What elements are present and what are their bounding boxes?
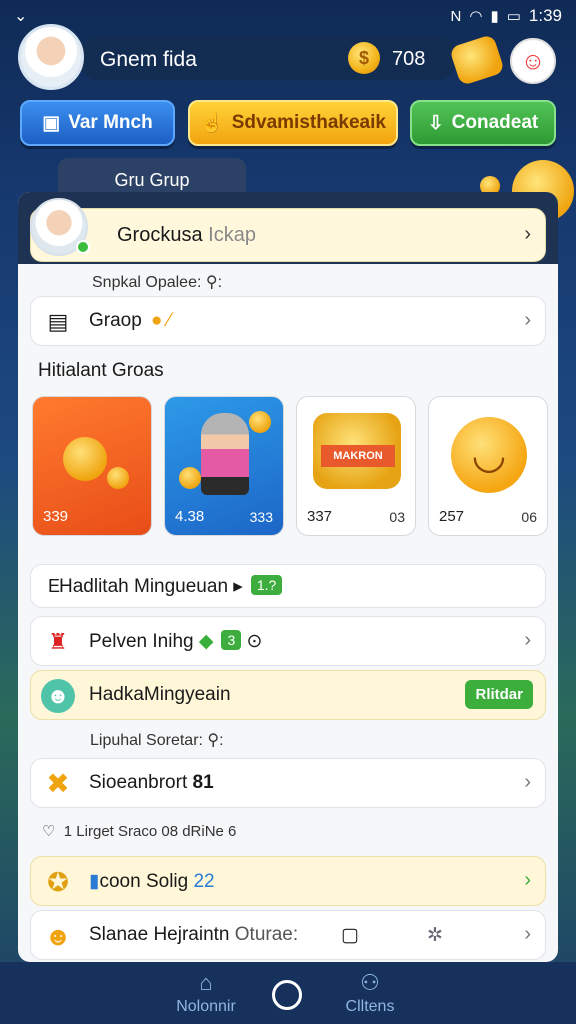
gold-shop-icon[interactable] <box>448 33 506 87</box>
chevron-right-icon: › <box>524 771 531 793</box>
list-item[interactable]: ☻ Slanae Hejraintn Oturae: ▢ ✲ › <box>30 910 546 960</box>
download-icon: ⇩ <box>427 112 444 134</box>
lock-icon: ▣ <box>42 112 61 134</box>
group-panel: Grockusa Ickap › Snpkal Opalee: ⚲: ▤ Gra… <box>18 192 558 962</box>
chevron-right-icon: › <box>524 223 531 245</box>
var-mnch-button[interactable]: ▣ Var Mnch <box>20 100 175 146</box>
medal-icon: ✪ <box>47 867 69 897</box>
coin-icon: ● ⁄ <box>151 310 171 331</box>
list-item-label: Sioeanbrort 81 <box>89 772 214 793</box>
action-button-row: ▣ Var Mnch ☝ Sdvamisthakeaik ⇩ Conadeat <box>18 100 558 146</box>
character-avatar <box>201 413 249 495</box>
folder-icon: ▤ <box>47 309 69 334</box>
group-card[interactable]: ◡ 257 06 <box>428 396 548 536</box>
section-label: Snpkal Opalee: ⚲: <box>92 274 223 291</box>
player-avatar[interactable] <box>18 24 84 90</box>
list-item-label: Pelven Inihg ◆ 3 ⊙ <box>89 630 263 652</box>
group-row[interactable]: ▤ Graop ● ⁄ › <box>30 296 546 346</box>
list-item-label: Slanae Hejraintn Oturae: <box>89 924 299 945</box>
recent-groups-carousel: 339 4.38 333 MAKRON 337 03 ◡ 257 06 <box>32 396 548 536</box>
recent-groups-title: Hitialant Groas <box>38 360 164 381</box>
list-item[interactable]: ✖ Sioeanbrort 81 › <box>30 758 546 808</box>
coin-icon <box>179 467 201 489</box>
player-name: Gnem fida <box>100 48 197 71</box>
chat-bubble-icon[interactable]: ▢ <box>341 924 359 947</box>
hand-icon: ☝ <box>200 113 224 134</box>
chevron-right-icon: › <box>524 629 531 651</box>
chevron-right-icon: › <box>524 309 531 331</box>
coin-count: 708 <box>392 48 426 70</box>
group-selector-row[interactable]: Grockusa Ickap › <box>30 208 546 262</box>
person-icon: ⚇ <box>360 970 380 995</box>
chevron-right-icon: › <box>524 923 531 945</box>
bottom-nav: ⌂ Nolonnir ⚇ Clltens <box>0 962 576 1024</box>
monster-icon: ☻ <box>41 679 75 713</box>
online-status-icon <box>76 240 90 254</box>
section-label: Lipuhal Soretar: ⚲: <box>90 732 224 749</box>
coin-icon: $ <box>348 42 380 74</box>
nav-item-clients[interactable]: ⚇ Clltens <box>310 970 430 1016</box>
top-bar: Gnem fida $ 708 ☺ <box>18 22 558 94</box>
group-name-label: Grockusa Ickap <box>117 224 256 246</box>
list-item-label: ▮coon Solig 22 <box>89 871 215 892</box>
coin-icon <box>249 411 271 433</box>
home-icon: ⌂ <box>199 970 213 995</box>
chevron-right-icon: › <box>524 869 531 891</box>
sdvamisthakeaik-button[interactable]: ☝ Sdvamisthakeaik <box>188 100 398 146</box>
coin-icon <box>107 467 129 489</box>
rlitdar-button[interactable]: Rlitdar <box>465 680 533 709</box>
coin-icon <box>63 437 107 481</box>
star-burst-icon: ✖ <box>46 768 70 799</box>
group-card[interactable]: MAKRON 337 03 <box>296 396 416 536</box>
ribbon-banner: MAKRON <box>321 445 395 467</box>
conadeat-button[interactable]: ⇩ Conadeat <box>410 100 556 146</box>
group-card[interactable]: 339 <box>32 396 152 536</box>
list-caption: ♡ 1 Lirget Sraco 08 dRiNe 6 <box>42 823 237 840</box>
list-item[interactable]: ♜ Pelven Inihg ◆ 3 ⊙ › <box>30 616 546 666</box>
smiley-face-icon: ◡ <box>451 417 527 493</box>
mascot-avatar-icon[interactable]: ☺ <box>510 38 556 84</box>
list-item-label: Hadlitah Mingueuan ▸ 1.? <box>59 575 283 598</box>
group-card[interactable]: 4.38 333 <box>164 396 284 536</box>
puzzle-icon[interactable]: ✲ <box>427 924 443 947</box>
list-item[interactable]: E Hadlitah Mingueuan ▸ 1.? <box>30 564 546 608</box>
nav-item-home[interactable]: ⌂ Nolonnir <box>146 970 266 1016</box>
robot-icon: ♜ <box>48 629 68 654</box>
list-item[interactable]: ✪ ▮coon Solig 22 › <box>30 856 546 906</box>
circle-home-icon[interactable] <box>272 980 302 1010</box>
smiley-face-icon: ☻ <box>44 921 72 951</box>
list-item[interactable]: ☻ HadkaMingyeain Rlitdar <box>30 670 546 720</box>
